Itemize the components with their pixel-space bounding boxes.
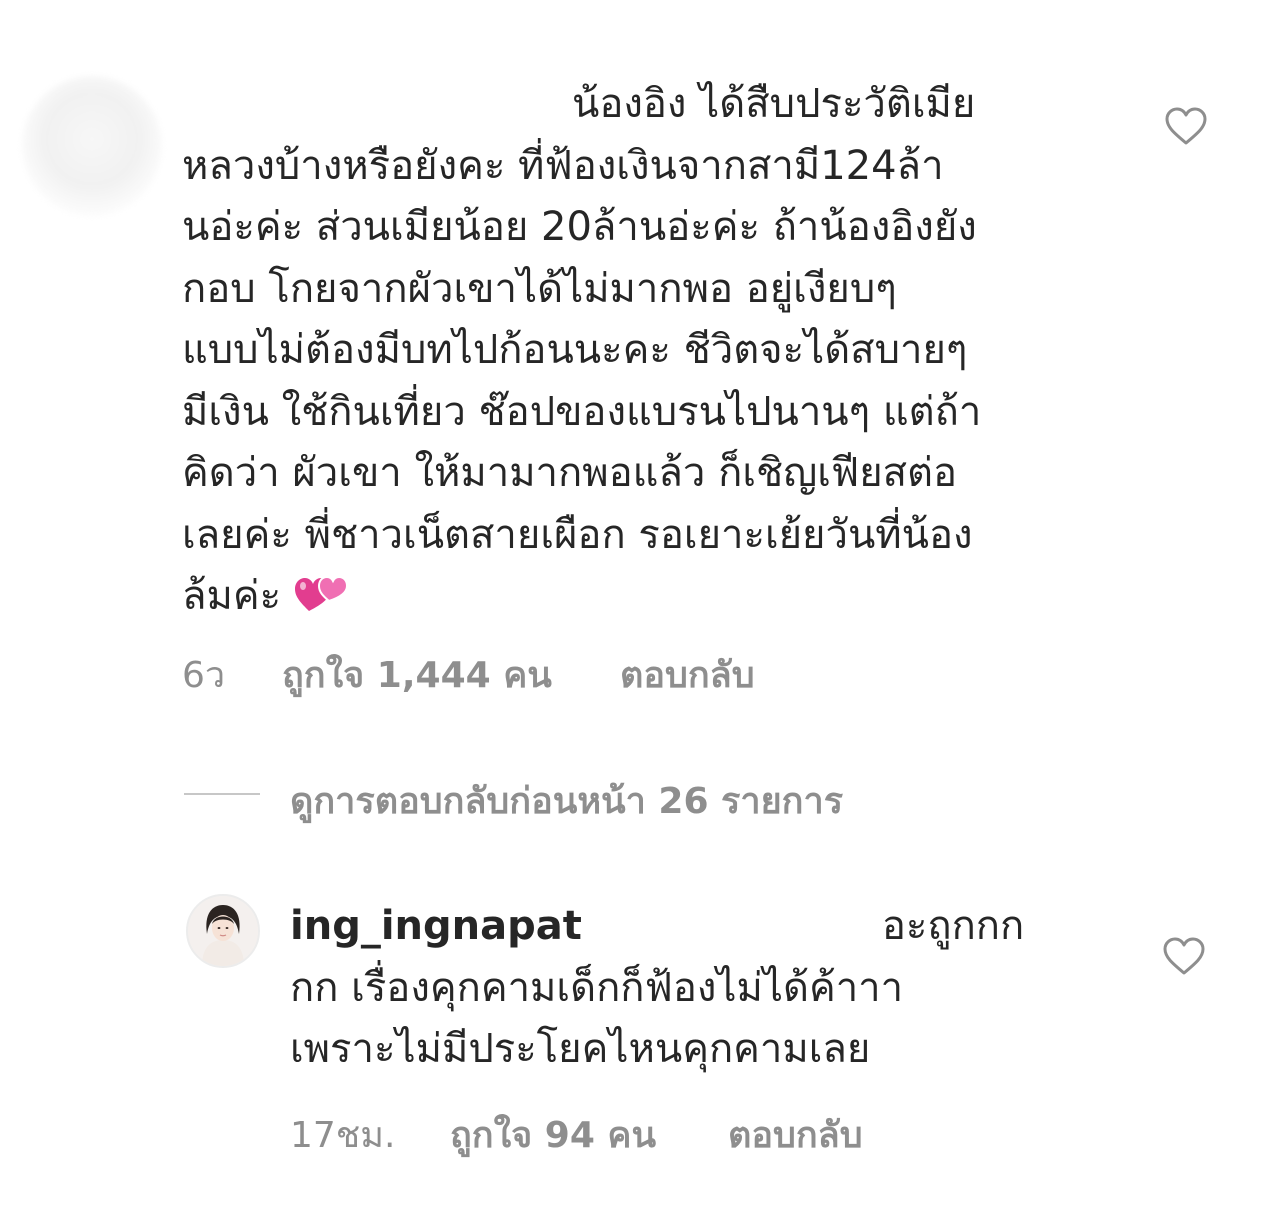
comment-text-line: คิดว่า ผัวเขา ให้มามากพอแล้ว ก็เชิญเฟียส… <box>182 450 958 496</box>
revolving-hearts-emoji-icon <box>295 575 348 611</box>
avatar[interactable] <box>22 76 162 216</box>
view-previous-replies-label: ดูการตอบกลับก่อนหน้า 26 รายการ <box>290 781 844 822</box>
profile-photo-icon <box>188 896 258 966</box>
comment-body: ing_ingnapat อะถูกกกกก เรื่องคุกคามเด็กก็… <box>290 896 1070 1081</box>
comment-text-line: เพราะไม่มีประโยคไหนคุกคามเลย <box>290 1026 871 1072</box>
username-link[interactable]: ing_ingnapat <box>290 903 582 949</box>
comment-text-line: นอ่ะค่ะ ส่วนเมียน้อย 20ล้านอ่ะค่ะ ถ้าน้อ… <box>182 204 977 250</box>
heart-outline-icon[interactable] <box>1164 106 1208 146</box>
comment-text-line: น้องอิง ได้สืบประวัติเมีย <box>572 81 976 127</box>
reply-button[interactable]: ตอบกลับ <box>620 646 755 703</box>
redacted-text <box>582 919 882 939</box>
comment-text-line: อะถูกกก <box>881 903 1025 949</box>
comment-time: 17ชม. <box>290 1115 396 1156</box>
comment-text-line: เลยค่ะ พี่ชาวเน็ตสายเผือก รอเยาะเย้ยวันท… <box>182 511 973 558</box>
likes-count-link[interactable]: ถูกใจ 1,444 คน <box>282 646 552 703</box>
comment-text-line: มีเงิน ใช้กินเที่ยว ช๊อปของแบรนไปนานๆ แต… <box>182 388 982 435</box>
username-redacted[interactable] <box>182 97 572 117</box>
comment-time: 6ว <box>182 655 226 696</box>
comment-text-line: ล้มค่ะ <box>182 573 282 619</box>
comment-text-line: กอบ โกยจากผัวเขาได้ไม่มากพอ อยู่เงียบๆ <box>182 265 897 312</box>
comment-text-line: กก เรื่องคุกคามเด็กก็ฟ้องไม่ได้ค้าาา <box>290 964 904 1011</box>
divider-line <box>184 793 260 795</box>
comment-text-line: แบบไม่ต้องมีบทไปก้อนนะคะ ชีวิตจะได้สบายๆ <box>182 327 968 373</box>
likes-count-link[interactable]: ถูกใจ 94 คน <box>450 1106 656 1163</box>
comment-body: น้องอิง ได้สืบประวัติเมียหลวงบ้างหรือยัง… <box>182 74 1082 628</box>
heart-outline-icon[interactable] <box>1162 936 1206 976</box>
comment-text-line: หลวงบ้างหรือยังคะ ที่ฟ้องเงินจากสามี124ล… <box>182 142 944 189</box>
avatar[interactable] <box>186 894 260 968</box>
comment-meta: 17ชม. ถูกใจ 94 คน ตอบกลับ <box>290 1106 990 1156</box>
reply-button[interactable]: ตอบกลับ <box>728 1106 863 1163</box>
comment-meta: 6ว ถูกใจ 1,444 คน ตอบกลับ <box>182 646 882 696</box>
